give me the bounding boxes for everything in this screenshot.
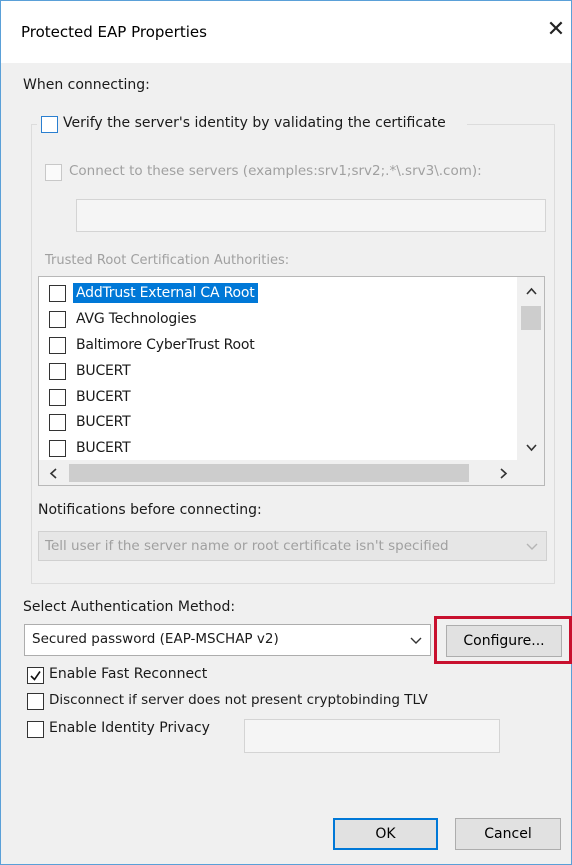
trusted-root-list[interactable]: AddTrust External CA Root AVG Technologi… — [38, 276, 545, 486]
horizontal-scroll-thumb[interactable] — [69, 464, 469, 482]
dialog-window: Protected EAP Properties ✕ When connecti… — [0, 0, 572, 865]
list-item[interactable]: BUCERT — [39, 360, 519, 382]
list-item-label: BUCERT — [76, 389, 131, 405]
title-bar: Protected EAP Properties ✕ — [1, 1, 571, 63]
close-icon[interactable]: ✕ — [545, 19, 567, 41]
list-item-label: AddTrust External CA Root — [73, 283, 258, 303]
notifications-value: Tell user if the server name or root cer… — [45, 538, 449, 554]
checkmark-icon — [30, 671, 41, 681]
dialog-title: Protected EAP Properties — [21, 23, 207, 41]
list-item-checkbox[interactable] — [49, 285, 66, 302]
scroll-left-icon[interactable] — [49, 468, 57, 479]
list-item-label: BUCERT — [76, 363, 131, 379]
identity-privacy-input[interactable] — [244, 719, 500, 753]
auth-method-value: Secured password (EAP-MSCHAP v2) — [32, 631, 279, 647]
list-item-checkbox[interactable] — [49, 337, 66, 354]
chevron-down-icon — [526, 543, 538, 550]
disconnect-tlv-checkbox[interactable] — [27, 693, 44, 710]
list-item[interactable]: BUCERT — [39, 411, 519, 433]
identity-privacy-checkbox[interactable] — [27, 721, 44, 738]
list-item-label: Baltimore CyberTrust Root — [76, 337, 255, 353]
notifications-label: Notifications before connecting: — [38, 502, 262, 518]
list-item-checkbox[interactable] — [49, 311, 66, 328]
list-item-checkbox[interactable] — [49, 389, 66, 406]
list-item-label: BUCERT — [76, 414, 131, 430]
list-item-checkbox[interactable] — [49, 363, 66, 380]
fast-reconnect-checkbox[interactable] — [27, 667, 44, 684]
list-item[interactable]: AVG Technologies — [39, 308, 519, 330]
auth-method-label: Select Authentication Method: — [23, 599, 236, 615]
ok-button[interactable]: OK — [333, 818, 438, 850]
list-item-checkbox[interactable] — [49, 414, 66, 431]
notifications-dropdown[interactable]: Tell user if the server name or root cer… — [38, 531, 547, 561]
vertical-scroll-thumb[interactable] — [521, 306, 541, 330]
list-item[interactable]: BUCERT — [39, 386, 519, 408]
scroll-down-icon[interactable] — [526, 444, 537, 452]
list-item-label: BUCERT — [76, 440, 131, 456]
chevron-down-icon — [410, 637, 422, 644]
servers-input[interactable] — [76, 199, 546, 232]
horizontal-scrollbar[interactable] — [39, 460, 517, 485]
list-item-checkbox[interactable] — [49, 440, 66, 457]
trusted-root-label: Trusted Root Certification Authorities: — [45, 253, 290, 268]
identity-privacy-option[interactable]: Enable Identity Privacy — [27, 719, 237, 741]
verify-identity-checkbox[interactable] — [41, 116, 58, 133]
list-item[interactable]: BUCERT — [39, 437, 519, 459]
scroll-right-icon[interactable] — [500, 468, 508, 479]
cancel-button[interactable]: Cancel — [455, 818, 561, 850]
list-item[interactable]: Baltimore CyberTrust Root — [39, 334, 519, 356]
connect-servers-option[interactable]: Connect to these servers (examples:srv1;… — [45, 161, 535, 185]
identity-privacy-label: Enable Identity Privacy — [49, 720, 210, 736]
auth-method-dropdown[interactable]: Secured password (EAP-MSCHAP v2) — [24, 624, 431, 656]
list-item[interactable]: AddTrust External CA Root — [39, 282, 519, 304]
highlight-box — [434, 616, 572, 664]
verify-identity-option[interactable]: Verify the server's identity by validati… — [37, 113, 467, 137]
verify-identity-label: Verify the server's identity by validati… — [63, 115, 446, 131]
list-item-label: AVG Technologies — [76, 311, 197, 327]
connect-servers-label: Connect to these servers (examples:srv1;… — [69, 163, 482, 179]
disconnect-tlv-label: Disconnect if server does not present cr… — [49, 692, 428, 708]
fast-reconnect-label: Enable Fast Reconnect — [49, 666, 208, 682]
connect-servers-checkbox[interactable] — [45, 164, 62, 181]
vertical-scrollbar[interactable] — [517, 277, 544, 460]
when-connecting-label: When connecting: — [23, 77, 150, 93]
disconnect-tlv-option[interactable]: Disconnect if server does not present cr… — [27, 691, 547, 713]
scroll-up-icon[interactable] — [526, 287, 537, 295]
fast-reconnect-option[interactable]: Enable Fast Reconnect — [27, 665, 327, 687]
scrollbar-corner — [517, 460, 544, 485]
